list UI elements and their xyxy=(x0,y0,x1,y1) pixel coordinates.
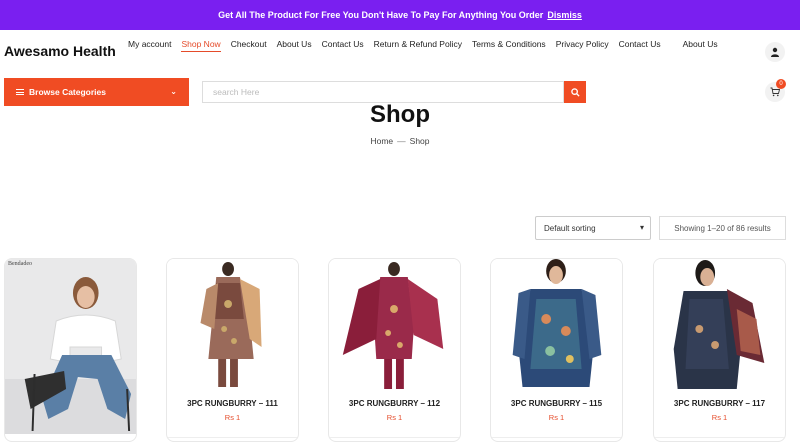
card-divider xyxy=(654,437,785,438)
search-icon xyxy=(570,87,580,97)
nav-shop-now[interactable]: Shop Now xyxy=(181,38,221,52)
breadcrumb: Home — Shop xyxy=(0,136,800,146)
breadcrumb-home[interactable]: Home xyxy=(370,136,393,146)
banner-message: Get All The Product For Free You Don't H… xyxy=(218,10,544,20)
breadcrumb-current: Shop xyxy=(409,136,430,146)
nav-my-account[interactable]: My account xyxy=(128,38,171,52)
product-image xyxy=(491,259,622,393)
product-price: Rs 1 xyxy=(386,413,403,422)
card-divider xyxy=(329,437,460,438)
page-title: Shop xyxy=(370,101,430,128)
chevron-down-icon: ▾ xyxy=(639,223,644,232)
card-divider xyxy=(491,437,622,438)
search-placeholder: search Here xyxy=(213,87,260,97)
dismiss-link[interactable]: Dismiss xyxy=(547,10,582,20)
product-price: Rs 1 xyxy=(548,413,565,422)
product-name[interactable]: 3PC RUNGBURRY – 117 xyxy=(654,399,785,408)
product-card[interactable]: 3PC RUNGBURRY – 112 Rs 1 xyxy=(328,258,461,442)
announcement-banner: Get All The Product For Free You Don't H… xyxy=(0,0,800,30)
nav-about-us[interactable]: About Us xyxy=(277,38,312,52)
sorting-selected-value: Default sorting xyxy=(544,223,596,233)
product-card[interactable]: 3PC RUNGBURRY – 117 Rs 1 xyxy=(653,258,786,442)
nav-terms[interactable]: Terms & Conditions xyxy=(472,38,546,52)
search-button[interactable] xyxy=(564,81,586,103)
product-card[interactable]: 3PC RUNGBURRY – 115 Rs 1 xyxy=(490,258,623,442)
main-nav: My account Shop Now Checkout About Us Co… xyxy=(128,38,728,52)
nav-contact-us-2[interactable]: Contact Us xyxy=(619,38,661,52)
product-name[interactable]: 3PC RUNGBURRY – 112 xyxy=(329,399,460,408)
nav-return-refund[interactable]: Return & Refund Policy xyxy=(374,38,462,52)
account-button[interactable] xyxy=(765,42,785,62)
product-name[interactable]: 3PC RUNGBURRY – 111 xyxy=(167,399,298,408)
user-icon xyxy=(771,47,779,57)
nav-about-us-2[interactable]: About Us xyxy=(683,38,718,52)
breadcrumb-separator: — xyxy=(397,136,406,146)
product-image xyxy=(167,259,298,393)
search-input[interactable]: search Here xyxy=(202,81,564,103)
nav-checkout[interactable]: Checkout xyxy=(231,38,267,52)
results-count: Showing 1–20 of 86 results xyxy=(659,216,786,240)
chevron-down-icon: ⌄ xyxy=(170,87,177,96)
product-card[interactable]: 3PC RUNGBURRY – 111 Rs 1 xyxy=(166,258,299,442)
nav-contact-us[interactable]: Contact Us xyxy=(322,38,364,52)
product-image xyxy=(5,259,136,434)
nav-privacy[interactable]: Privacy Policy xyxy=(556,38,609,52)
product-image xyxy=(654,259,785,393)
browse-categories-label: Browse Categories xyxy=(29,87,106,97)
product-price: Rs 1 xyxy=(224,413,241,422)
product-price: Rs 1 xyxy=(711,413,728,422)
product-card-ad[interactable]: Bendadeo xyxy=(4,258,137,442)
sorting-select[interactable]: Default sorting ▾ xyxy=(535,216,651,240)
product-name[interactable]: 3PC RUNGBURRY – 115 xyxy=(491,399,622,408)
site-logo[interactable]: Awesamo Health xyxy=(4,43,116,59)
menu-icon xyxy=(16,88,24,97)
card-divider xyxy=(167,437,298,438)
cart-count-badge: 0 xyxy=(776,79,786,89)
site-header: Awesamo Health My account Shop Now Check… xyxy=(0,30,800,78)
product-image xyxy=(329,259,460,393)
ad-brand-label: Bendadeo xyxy=(8,261,32,267)
